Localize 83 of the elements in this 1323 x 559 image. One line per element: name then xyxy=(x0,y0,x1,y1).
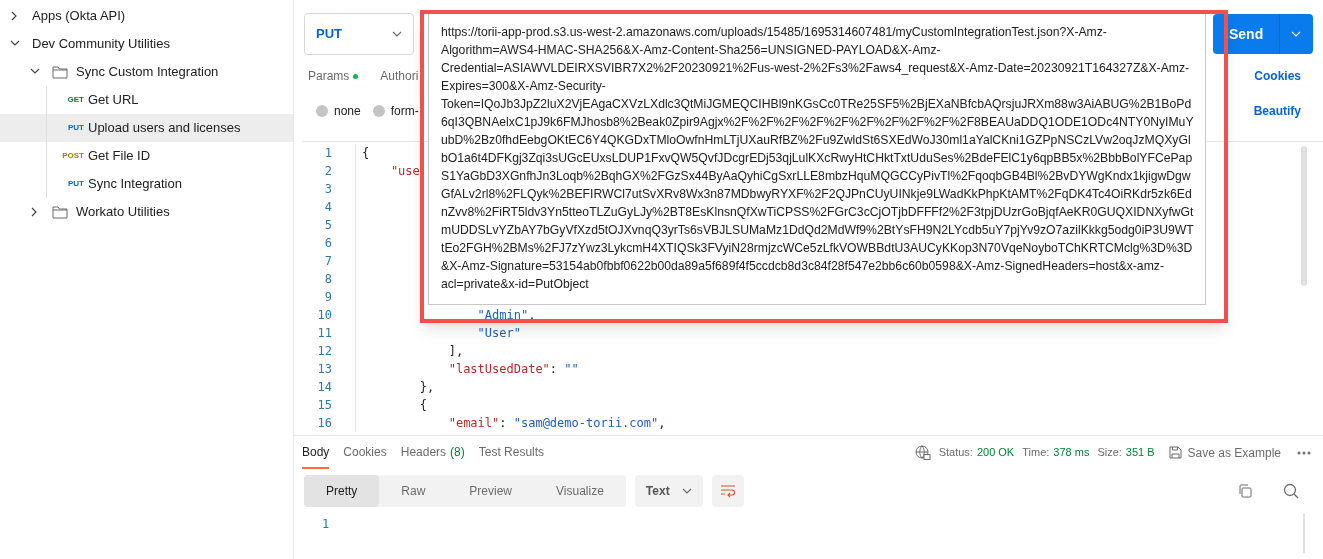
code-line: { xyxy=(418,397,428,414)
beautify-link[interactable]: Beautify xyxy=(1253,102,1301,120)
time-value: 378 ms xyxy=(1053,445,1090,461)
request-item[interactable]: POST Get File ID xyxy=(0,142,293,170)
url-text[interactable]: https://torii-app-prod.s3.us-west-2.amazonaws.com/uploads/15485/1695314607481/myCustomIntegrationTest.json?X-Amz-Algorithm=AWS4-HMAC-SHA256&X-Amz-Content-Sha256=UNSIGNED-PAYLOAD&X-Amz-Credential=ASIAWVLDEIRXSVIBR7X2%2F20230921%2Fus-west-2%2Fs3%2Faws4_request&X-Amz-Date=20230921T164327Z&X-Amz-Expires=300&X-Amz-Security-Token=IQoJb3JpZ2luX2VjEAgaCXVzLXdlc3QtMiJGMEQCIHBl9nKGsCc0TRe25SF5%2BjEXaNBfcbAQrsjuJRXm88w3AiABUG%2B1BoPd6qI3QBNAelxC1pJ9k6FMJhosb8%2Beak0Zpir9Agjx%2F%2F%2F%2F%2F%2F%2F%2F%2F%2F8BEAUaDDQ1ODE1ODc4NTY0NyIMuYubD%2Bz0fhdEebgOKtEC6Y4QKGDxTMloOwfnHmLTjUXauRfBZ%2Fu9ZwldSt6SXEdWoJ30ml1aYalCKni1GZPpNSCzLVw2oqJzMQXyGlbO1a6t4DFKgj3Zqi3sUGcEUxsLDUP1FxvQW5QvfJDcgrEDj53qjLulKXcRwyHtCHktTxtUduSes%2BdeFElC1y6qpBB5x%2BbbBolYFCePapS1YaGbD3XGnfhJn3Loqb%2BqhGX%2FGzSx44ByAaQyhiCgSxrLLE8mbzHquMQGCCyPivTl%2FqoqbGB4Bl%2BvDYWgKndx1kjigwDgwGfALv2rl8%2FLQyk%2BEFIRWCl7utSvXRv8Wx3n87MDbwyRYXF%2F2QJPnCUyUINkje9LWadKkPhpKtAMT%2FqDK4Tc4OiRKdr5zk6EdnZvv8%2FiRT5ldv3Yn5tteoTLZuGyLJy%2BT8EsKlnsnQfXwTiCPSS%2FGrC3cCjOTjbDFFFf2%2F3tpjDUzrGoBjqfAeKR0GUQXIDNXyfwGtmUDDSLvYZbAY7bGyVfXzd5tOJXvnqQ3yrTs6sVBJLSUMaMz1DdQd2MdWf9%2BtYsFH9N2LYcdb5uY7pjYv9zO7azilKkkg5odg0iP3U9WTtEo2FGH%2BMs%2FJ7zYwz3LykcmH4XTIQSk3FVyiN28rmjzcWCe5zLfkVOWBBdtU3AUCyKKop3N70VqeNoyboTChKRTCMclg%3D%3D&X-Amz-Signature=53154ab0fbbf0622b00da89a5f689f4f5ccdcb8d3c84f28f547e2bb6c60b0598&X-Amz-SignedHeaders=host&x-amz-acl=private&x-id=PutObject xyxy=(441,23,1197,293)
folder-icon xyxy=(52,205,68,219)
scrollbar[interactable] xyxy=(1301,146,1307,286)
size-label: Size: xyxy=(1097,445,1122,461)
chevron-down-icon xyxy=(392,31,402,37)
send-button[interactable]: Send xyxy=(1213,14,1313,54)
response-tab[interactable]: Test Results xyxy=(478,436,545,469)
line-number: 14 xyxy=(316,379,333,396)
line-number: 15 xyxy=(316,397,333,414)
folder-label: Sync Custom Integration xyxy=(76,63,219,82)
line-number: 13 xyxy=(316,361,333,378)
method-label: PUT xyxy=(67,122,84,134)
request-item[interactable]: PUT Upload users and licenses xyxy=(0,114,293,142)
line-number: 8 xyxy=(323,271,333,288)
method-label: PUT xyxy=(67,178,84,190)
line-number: 10 xyxy=(316,307,333,324)
folder-item[interactable]: Sync Custom Integration xyxy=(0,58,293,86)
line-number: 1 xyxy=(323,145,333,162)
view-tab[interactable]: Visualize xyxy=(534,475,626,507)
line-number: 11 xyxy=(316,325,333,342)
copy-icon[interactable] xyxy=(1238,484,1252,498)
search-icon[interactable] xyxy=(1283,483,1299,499)
code-line: "use xyxy=(389,163,420,180)
code-line: "Admin", xyxy=(476,307,536,324)
chevron-down-icon xyxy=(681,488,692,494)
request-label: Get File ID xyxy=(88,147,151,166)
code-line: { xyxy=(362,145,370,162)
code-line: "lastUsedDate": "" xyxy=(447,361,579,378)
request-item[interactable]: GET Get URL xyxy=(0,86,293,114)
line-number: 1 xyxy=(322,516,331,533)
wrap-lines-icon xyxy=(719,484,736,498)
method-dropdown[interactable]: PUT xyxy=(304,13,414,55)
globe-lock-icon[interactable] xyxy=(914,444,931,461)
response-tab[interactable]: Body xyxy=(302,436,330,469)
method-label: POST xyxy=(61,150,84,162)
request-label: Sync Integration xyxy=(88,175,182,194)
line-number: 4 xyxy=(323,199,333,216)
chevron-down-icon[interactable] xyxy=(1291,31,1302,37)
line-number: 3 xyxy=(323,181,333,198)
request-item[interactable]: PUT Sync Integration xyxy=(0,170,293,198)
cookies-link[interactable]: Cookies xyxy=(1254,67,1301,85)
collection-label: Dev Community Utilities xyxy=(32,35,170,54)
view-tab[interactable]: Preview xyxy=(447,475,535,507)
response-tab[interactable]: Cookies xyxy=(343,436,387,469)
collection-label: Apps (Okta API) xyxy=(32,7,126,26)
request-label: Get URL xyxy=(88,91,139,110)
line-number: 5 xyxy=(323,217,333,234)
folder-icon xyxy=(52,65,68,79)
time-label: Time: xyxy=(1022,445,1050,461)
save-icon xyxy=(1168,446,1182,459)
more-icon[interactable] xyxy=(1297,450,1311,455)
save-example-button[interactable]: Save as Example xyxy=(1168,443,1281,462)
request-label: Upload users and licenses xyxy=(88,119,241,138)
size-value: 351 B xyxy=(1125,445,1155,461)
line-number: 6 xyxy=(323,235,333,252)
collection-item[interactable]: Apps (Okta API) xyxy=(0,2,293,30)
line-number: 12 xyxy=(316,343,333,360)
folder-label: Workato Utilities xyxy=(76,203,170,222)
view-tab[interactable]: Pretty xyxy=(304,475,380,507)
code-line: "User" xyxy=(476,325,521,342)
code-line: ], xyxy=(447,343,464,360)
request-tab[interactable]: Params xyxy=(308,67,359,85)
line-number: 7 xyxy=(323,253,333,270)
code-line: "email": "sam@demo-torii.com", xyxy=(447,415,666,432)
format-dropdown[interactable]: Text xyxy=(634,475,703,507)
method-label: GET xyxy=(66,94,84,106)
line-number: 16 xyxy=(316,415,333,432)
status-label: Status: xyxy=(938,445,973,461)
request-tab[interactable]: Authori xyxy=(380,67,419,85)
line-number: 9 xyxy=(323,289,333,306)
line-number: 2 xyxy=(323,163,333,180)
collection-item[interactable]: Dev Community Utilities xyxy=(0,30,293,58)
status-value: 200 OK xyxy=(976,445,1015,461)
code-line: }, xyxy=(418,379,435,396)
body-type-radio[interactable]: form- xyxy=(372,102,419,120)
response-tab[interactable]: Headers (8) xyxy=(400,436,465,469)
view-tab[interactable]: Raw xyxy=(379,475,448,507)
folder-item[interactable]: Workato Utilities xyxy=(0,198,293,226)
body-type-radio[interactable]: none xyxy=(316,102,361,120)
